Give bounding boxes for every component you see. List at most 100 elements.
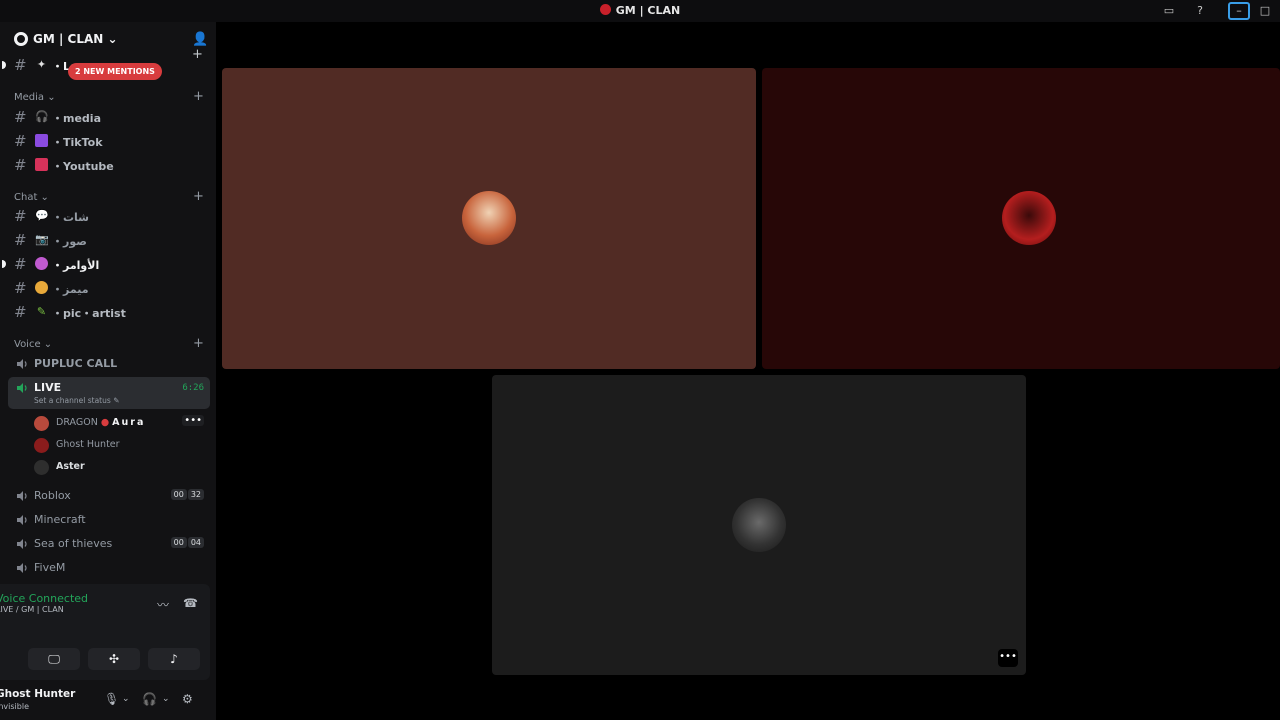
help-icon[interactable]: ? bbox=[1189, 2, 1211, 20]
avatar bbox=[732, 498, 786, 552]
create-channel-icon[interactable]: + bbox=[193, 336, 204, 351]
magic-wand-icon: ✦ bbox=[36, 58, 47, 71]
speech-bubble-icon: 💬 bbox=[35, 209, 49, 222]
share-screen-button[interactable]: 🖵 bbox=[28, 648, 80, 670]
server-logo-icon bbox=[599, 4, 611, 15]
video-tile-dragon[interactable] bbox=[222, 68, 756, 369]
headphones-icon[interactable]: 🎧 bbox=[142, 692, 157, 706]
category-chat[interactable]: Chat ⌄ bbox=[14, 192, 49, 203]
video-tile-aster[interactable]: ••• bbox=[492, 375, 1026, 675]
voice-channel-label: PUPLUC CALL bbox=[34, 357, 118, 370]
voice-channel-label: Roblox bbox=[34, 489, 71, 502]
category-voice[interactable]: Voice ⌄ bbox=[14, 339, 52, 350]
channel-pictures[interactable]: # 📷 ・صور bbox=[8, 229, 210, 251]
maximize-button[interactable]: □ bbox=[1254, 2, 1276, 20]
inbox-icon[interactable]: ▭ bbox=[1158, 2, 1180, 20]
youtube-icon bbox=[35, 158, 48, 171]
hash-icon: # bbox=[14, 156, 27, 174]
headphones-icon: 🎧 bbox=[35, 110, 49, 123]
channel-label: ・ميمز bbox=[52, 283, 89, 296]
member-name: Ghost Hunter bbox=[56, 439, 120, 450]
voice-channel-label: LIVE bbox=[34, 381, 62, 394]
channel-label: ・الأوامر bbox=[52, 259, 100, 272]
hash-icon: # bbox=[14, 303, 27, 321]
user-panel: Ghost Hunter Invisible 🎙 ⌄ 🎧 ⌄ ⚙ bbox=[0, 682, 216, 720]
speaker-icon bbox=[17, 383, 27, 393]
member-tag: Aura bbox=[112, 417, 146, 428]
avatar bbox=[462, 191, 516, 245]
channel-label: ・media bbox=[52, 112, 101, 125]
user-status: Invisible bbox=[0, 702, 29, 711]
channel-pic-artist[interactable]: # ✎ ・pic・artist bbox=[8, 301, 210, 323]
channel-label: ・صور bbox=[52, 235, 87, 248]
soundboard-button[interactable]: ♪ bbox=[148, 648, 200, 670]
hash-icon: # bbox=[14, 132, 27, 150]
voice-channel-minecraft[interactable]: Minecraft bbox=[8, 509, 210, 531]
channel-tiktok[interactable]: # ・TikTok bbox=[8, 130, 210, 152]
activities-button[interactable]: ✣ bbox=[88, 648, 140, 670]
voice-connected-panel: Voice Connected LIVE / GM | CLAN 〰 ☎ 🖵 ✣… bbox=[0, 584, 210, 680]
voice-channel-live[interactable]: LIVE 6:26 Set a channel status ✎ bbox=[8, 377, 210, 409]
voice-channel-label: Sea of thieves bbox=[34, 537, 113, 550]
unread-indicator bbox=[2, 61, 6, 69]
speaker-icon bbox=[17, 359, 27, 369]
pencil-icon: ✎ bbox=[113, 396, 120, 405]
channel-youtube[interactable]: # ・Youtube bbox=[8, 154, 210, 176]
tiktok-icon bbox=[35, 134, 48, 147]
speaker-icon bbox=[17, 491, 27, 501]
member-name: Aster bbox=[56, 461, 85, 472]
channel-chat[interactable]: # 💬 ・شات bbox=[8, 205, 210, 227]
hash-icon: # bbox=[14, 279, 27, 297]
channel-label: ・Youtube bbox=[52, 160, 114, 173]
heart-icon: ● bbox=[100, 417, 110, 428]
create-channel-icon[interactable]: + bbox=[193, 189, 204, 204]
voice-member-aster[interactable]: Aster bbox=[34, 457, 210, 477]
voice-channel-public-call[interactable]: PUPLUC CALL bbox=[8, 353, 210, 375]
speaker-icon bbox=[17, 563, 27, 573]
chevron-down-icon[interactable]: ⌄ bbox=[162, 694, 170, 704]
avatar bbox=[34, 460, 49, 475]
channel-memes[interactable]: # ・ميمز bbox=[8, 277, 210, 299]
voice-connected-subtitle[interactable]: LIVE / GM | CLAN bbox=[0, 605, 64, 614]
user-name[interactable]: Ghost Hunter bbox=[0, 688, 75, 700]
voice-member-dragon[interactable]: DRAGON ● Aura ••• bbox=[34, 413, 210, 433]
hash-icon: # bbox=[14, 255, 27, 273]
camera-icon: 📷 bbox=[35, 233, 49, 246]
channel-label: ・pic・artist bbox=[52, 307, 126, 320]
robot-icon bbox=[35, 257, 48, 270]
title-bar: GM | CLAN ▭ ? – □ bbox=[0, 0, 1280, 22]
voice-channel-roblox[interactable]: Roblox 00 32 bbox=[8, 485, 210, 507]
create-channel-icon[interactable]: + bbox=[193, 89, 204, 104]
gear-icon[interactable]: ⚙ bbox=[182, 692, 193, 706]
user-limit-badge: 00 32 bbox=[170, 489, 204, 500]
server-name: GM | CLAN bbox=[33, 32, 104, 46]
server-header[interactable]: GM | CLAN ⌄ 👤+ bbox=[0, 22, 216, 62]
avatar bbox=[1002, 191, 1056, 245]
noise-suppression-icon[interactable]: 〰 bbox=[157, 596, 169, 613]
call-timer: 6:26 bbox=[182, 383, 204, 393]
new-mentions-pill[interactable]: 2 NEW MENTIONS bbox=[68, 63, 162, 80]
video-tile-ghost-hunter[interactable] bbox=[762, 68, 1280, 369]
minimize-button[interactable]: – bbox=[1228, 2, 1250, 20]
voice-channel-sea-of-thieves[interactable]: Sea of thieves 00 04 bbox=[8, 533, 210, 555]
channel-label: ・TikTok bbox=[52, 136, 103, 149]
voice-member-ghost-hunter[interactable]: Ghost Hunter bbox=[34, 435, 210, 455]
user-limit-badge: 00 04 bbox=[170, 537, 204, 548]
laughing-face-icon bbox=[35, 281, 48, 294]
disconnect-icon[interactable]: ☎ bbox=[183, 596, 198, 610]
avatar bbox=[34, 416, 49, 431]
speaker-icon bbox=[17, 515, 27, 525]
member-name: DRAGON bbox=[56, 417, 98, 428]
more-options-button[interactable]: ••• bbox=[998, 649, 1018, 667]
category-media[interactable]: Media ⌄ bbox=[14, 92, 56, 103]
more-options-icon[interactable]: ••• bbox=[182, 415, 204, 426]
voice-connected-title[interactable]: Voice Connected bbox=[0, 592, 88, 605]
channel-commands[interactable]: # ・الأوامر bbox=[2, 253, 210, 275]
channel-media[interactable]: # 🎧 ・media bbox=[8, 106, 210, 128]
chevron-down-icon[interactable]: ⌄ bbox=[122, 694, 130, 704]
microphone-icon[interactable]: 🎙 bbox=[104, 692, 119, 706]
voice-channel-fivem[interactable]: FiveM bbox=[8, 557, 210, 579]
set-channel-status[interactable]: Set a channel status ✎ bbox=[34, 396, 119, 405]
hash-icon: # bbox=[14, 56, 27, 74]
hash-icon: # bbox=[14, 207, 27, 225]
